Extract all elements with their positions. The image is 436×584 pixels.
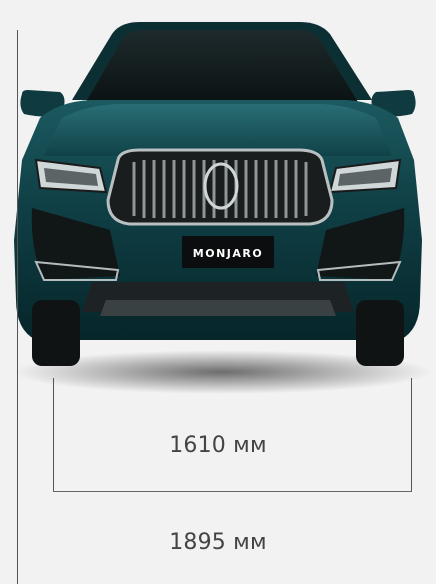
track-width-label: 1610 мм (169, 433, 267, 458)
hood (44, 104, 392, 156)
windshield (86, 30, 358, 102)
dimension-diagram: MONJARO 1610 мм 1895 мм (0, 0, 436, 584)
track-width-line (53, 491, 412, 492)
tire-right (356, 300, 404, 366)
badge-text: MONJARO (193, 247, 263, 260)
tire-left (32, 300, 80, 366)
overall-width-label: 1895 мм (169, 530, 267, 555)
car-front-illustration: MONJARO (12, 22, 432, 394)
grille (106, 148, 334, 226)
overall-height-line (17, 30, 18, 584)
skid-plate (100, 300, 336, 316)
